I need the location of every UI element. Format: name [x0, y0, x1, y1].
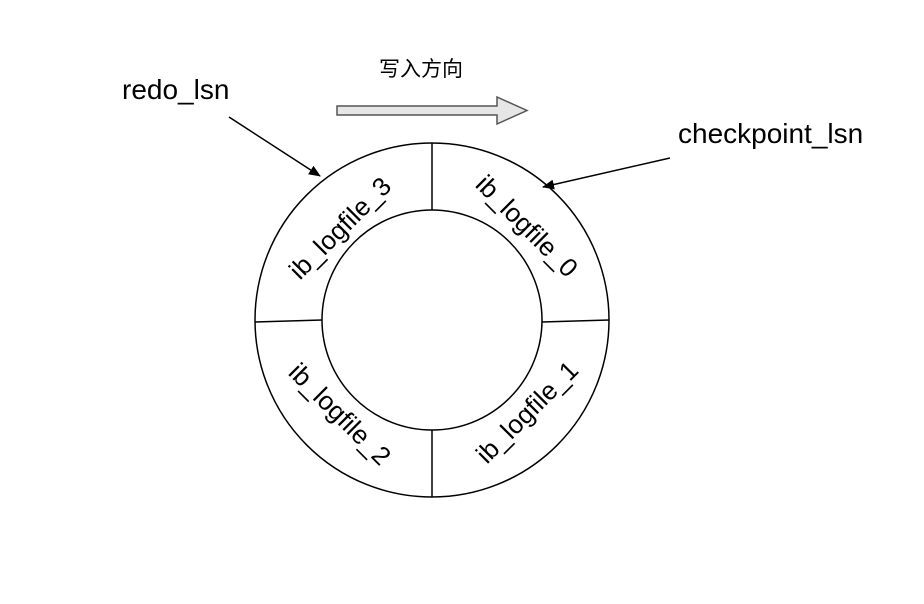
inner-ring: [321, 209, 543, 431]
segment-label-ib-logfile-1: ib_logfile_1: [470, 355, 584, 469]
redo-lsn-label: redo_lsn: [122, 74, 229, 105]
segment-label-ib-logfile-2: ib_logfile_2: [283, 357, 397, 471]
log-ring-diagram: 写入方向 ib_logfile_0 ib_logfile_1 ib_logfil…: [122, 57, 863, 498]
checkpoint-lsn-label: checkpoint_lsn: [678, 118, 863, 149]
redo-lsn-arrow: [228, 116, 321, 177]
divider-right: [541, 319, 610, 323]
checkpoint-lsn-arrow: [542, 157, 671, 190]
direction-label: 写入方向: [379, 57, 463, 81]
divider-left: [254, 319, 323, 323]
direction-arrow: [336, 95, 529, 126]
segment-label-ib-logfile-3: ib_logfile_3: [283, 171, 397, 285]
